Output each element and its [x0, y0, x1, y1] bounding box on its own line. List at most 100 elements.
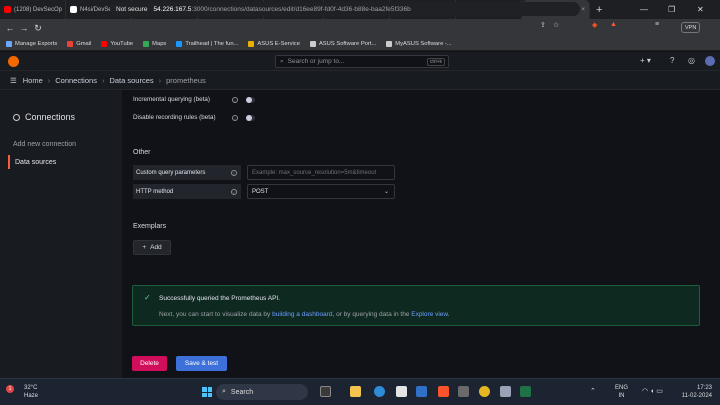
- taskbar-search[interactable]: ⌕ Search: [216, 384, 308, 400]
- incremental-querying-row: Incremental querying (beta) i: [133, 96, 255, 103]
- app-icon[interactable]: [500, 386, 511, 397]
- add-exemplar-button[interactable]: + Add: [133, 240, 171, 255]
- incremental-querying-label: Incremental querying (beta): [133, 96, 211, 103]
- file-explorer-icon[interactable]: [350, 386, 361, 397]
- avatar[interactable]: [705, 56, 715, 66]
- grafana-logo-icon[interactable]: [8, 56, 19, 67]
- breadcrumb-home[interactable]: Home: [23, 76, 43, 85]
- store-icon[interactable]: [396, 386, 407, 397]
- browser-tab[interactable]: (1208) DevSecOp×: [0, 0, 66, 19]
- bookmark-icon: [101, 40, 108, 47]
- bookmark-label: MyASUS Software -...: [395, 40, 452, 47]
- bookmark-label: Maps: [152, 40, 167, 47]
- language-code: ENG: [615, 385, 629, 391]
- url-field[interactable]: Not secure 54.226.167.5 :3000/connection…: [110, 2, 580, 16]
- bookmark-item[interactable]: ASUS Software Port...: [309, 40, 377, 47]
- search-placeholder: Search or jump to...: [287, 58, 345, 65]
- bookmark-star-icon[interactable]: ☆: [553, 21, 559, 29]
- bookmark-item[interactable]: Trailhead | The fun...: [176, 40, 238, 47]
- disable-recording-rules-row: Disable recording rules (beta) i: [133, 114, 255, 121]
- menu-toggle-icon[interactable]: ☰: [10, 76, 17, 85]
- bookmark-label: Manage Exports: [15, 40, 58, 47]
- bookmark-item[interactable]: YouTube: [101, 40, 133, 47]
- bookmark-icon: [176, 40, 183, 47]
- search-input[interactable]: ⌕ Search or jump to... ctrl+k: [275, 55, 449, 68]
- plus-icon[interactable]: + ▾: [640, 56, 651, 65]
- clock[interactable]: 17:23 11-02-2024: [682, 384, 712, 400]
- http-method-select[interactable]: POST ⌄: [247, 184, 395, 199]
- sidenav-title: Connections: [13, 112, 75, 122]
- maximize-button[interactable]: ❐: [668, 0, 675, 19]
- breadcrumb-connections[interactable]: Connections: [55, 76, 97, 85]
- date: 11-02-2024: [681, 393, 712, 399]
- vpn-button[interactable]: VPN: [681, 22, 701, 33]
- bookmark-icon: [386, 40, 393, 47]
- brave-icon[interactable]: [438, 386, 449, 397]
- tray-chevron-icon[interactable]: ⌃: [590, 387, 596, 395]
- region-code: IN: [618, 393, 625, 399]
- breadcrumb-current: prometheus: [166, 75, 206, 85]
- rss-icon[interactable]: ◎: [688, 56, 695, 65]
- sidebar-item-data-sources[interactable]: Data sources: [8, 155, 56, 169]
- sidenav-title-text: Connections: [25, 112, 76, 122]
- bookmark-label: ASUS Software Port...: [318, 40, 377, 47]
- alert-title: Successfully queried the Prometheus API.: [159, 295, 281, 302]
- incremental-querying-toggle[interactable]: [246, 96, 255, 103]
- explore-view-link[interactable]: Explore view: [411, 311, 448, 318]
- bookmarks-bar: Manage Exports Gmail YouTube Maps Trailhead …: [0, 37, 720, 51]
- minimize-button[interactable]: —: [640, 0, 648, 19]
- excel-icon[interactable]: [520, 386, 531, 397]
- language-indicator[interactable]: ENG IN: [615, 384, 628, 400]
- info-icon: i: [231, 188, 237, 195]
- new-tab-button[interactable]: +: [596, 4, 602, 16]
- tab-favicon-icon: [4, 6, 11, 13]
- save-test-button[interactable]: Save & test: [176, 356, 227, 371]
- bookmark-item[interactable]: MyASUS Software -...: [386, 40, 452, 47]
- brave-rewards-icon[interactable]: ▲: [610, 21, 617, 28]
- app-icon[interactable]: [416, 386, 427, 397]
- forward-icon[interactable]: →: [17, 23, 31, 33]
- help-icon[interactable]: ?: [670, 56, 674, 65]
- notification-badge: 1: [6, 385, 14, 393]
- task-view-icon[interactable]: [320, 386, 331, 397]
- search-icon: ⌕: [222, 388, 226, 395]
- windows-taskbar: 1 32°C Haze ⌕ Search ⌃ ENG IN ◠ ◖ ▭ 17:2…: [0, 378, 720, 405]
- temperature: 32°C: [24, 385, 38, 391]
- reload-icon[interactable]: ↻: [31, 23, 45, 34]
- app-icon[interactable]: [458, 386, 469, 397]
- chrome-icon[interactable]: [479, 386, 490, 397]
- custom-query-input[interactable]: Example: max_source_resolution=5m&timeou…: [247, 165, 395, 180]
- http-method-label-text: HTTP method: [136, 188, 174, 195]
- wifi-icon[interactable]: ◠ ◖ ▭: [642, 387, 663, 395]
- close-window-button[interactable]: ✕: [697, 0, 704, 19]
- edge-icon[interactable]: [374, 386, 385, 397]
- bookmark-item[interactable]: ASUS E-Service: [248, 40, 300, 47]
- windows-start-icon[interactable]: [202, 387, 212, 397]
- chevron-right-icon: ›: [158, 75, 162, 85]
- disable-recording-rules-toggle[interactable]: [246, 114, 255, 121]
- brave-shield-icon[interactable]: ◆: [592, 21, 597, 29]
- http-method-value: POST: [252, 188, 269, 195]
- breadcrumb-data-sources[interactable]: Data sources: [109, 76, 153, 85]
- info-icon: i: [232, 114, 238, 121]
- back-icon[interactable]: ←: [3, 23, 17, 33]
- bookmark-item[interactable]: Maps: [143, 40, 167, 47]
- not-secure-label: Not secure: [116, 5, 148, 13]
- bookmark-icon: [309, 40, 316, 47]
- bookmark-icon: [248, 40, 255, 47]
- bookmark-item[interactable]: Gmail: [67, 40, 91, 47]
- bookmark-icon: [143, 40, 150, 47]
- sidebar-item-add-new-connection[interactable]: Add new connection: [8, 137, 76, 151]
- share-icon[interactable]: ⇪: [540, 21, 546, 29]
- building-dashboard-link[interactable]: building a dashboard: [272, 311, 332, 318]
- check-icon: ✓: [144, 293, 151, 302]
- alert-text-1: Next, you can start to visualize data by: [159, 311, 273, 318]
- bookmark-item[interactable]: Manage Exports: [6, 40, 58, 47]
- sidenav: Connections Add new connection Data sour…: [0, 90, 122, 378]
- exemplars-heading: Exemplars: [133, 223, 167, 230]
- weather-widget[interactable]: 1 32°C Haze: [6, 384, 38, 400]
- delete-button[interactable]: Delete: [132, 356, 167, 371]
- menu-icon[interactable]: ≡: [655, 21, 659, 28]
- alert-text-2: , or by querying data in the: [332, 311, 412, 318]
- success-alert: ✓ Successfully queried the Prometheus AP…: [132, 285, 700, 326]
